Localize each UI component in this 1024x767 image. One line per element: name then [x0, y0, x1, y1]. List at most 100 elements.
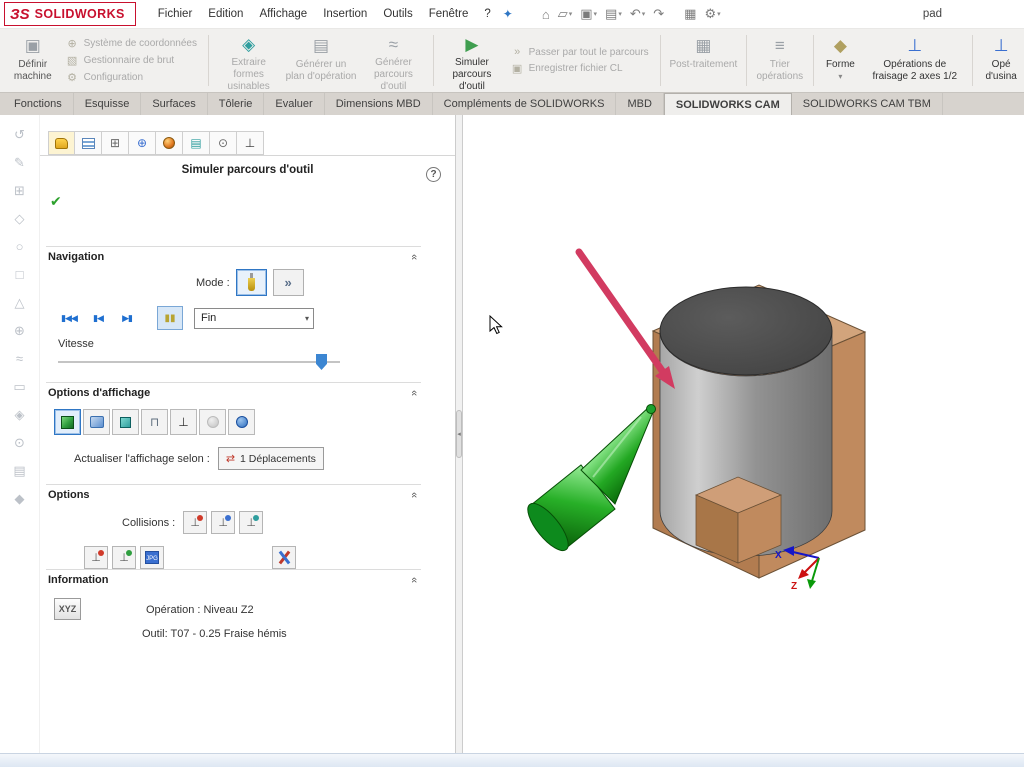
save-button[interactable]: ▣▾ [577, 4, 600, 24]
options-dropdown-icon[interactable]: ▾ [717, 10, 721, 18]
coordinate-system-button[interactable]: ⊕Système de coordonnées [66, 37, 197, 50]
cam-tools-tree-tab[interactable]: ⊞ [102, 131, 129, 155]
ok-check-button[interactable]: ✔ [50, 193, 62, 210]
tab-tolerie[interactable]: Tôlerie [208, 93, 265, 115]
xyz-coordinates-button[interactable]: XYZ [54, 598, 81, 620]
tool-mode-button[interactable] [236, 269, 267, 296]
tool-tab[interactable]: ⊥ [237, 131, 264, 155]
tab-mbd[interactable]: MBD [616, 93, 663, 115]
show-target-solid-button[interactable] [228, 409, 255, 435]
show-target-ghost-button[interactable] [199, 409, 226, 435]
sidebar-tool-icon[interactable]: ▤ [8, 463, 32, 482]
collision-holder-button[interactable]: ⊥ [211, 511, 235, 534]
stock-manager-button[interactable]: ▧Gestionnaire de brut [66, 54, 197, 67]
machining-operations-button[interactable]: ⊥ Opé d'usina [978, 31, 1024, 90]
tab-solidworks-cam[interactable]: SOLIDWORKS CAM [664, 93, 792, 115]
menu-edition[interactable]: Edition [200, 3, 251, 25]
sidebar-tool-icon[interactable]: ◇ [8, 211, 32, 230]
solidworks-logo[interactable]: ЗS SOLIDWORKS [4, 2, 136, 26]
information-header[interactable]: Information « [46, 569, 421, 588]
open-dropdown-icon[interactable]: ▾ [569, 10, 573, 18]
graphics-area[interactable]: X Z [463, 115, 1024, 753]
undo-dropdown-icon[interactable]: ▾ [642, 10, 646, 18]
redo-button[interactable]: ↷ [650, 4, 667, 24]
show-holder-button[interactable] [83, 409, 110, 435]
speed-slider-track[interactable] [58, 361, 340, 364]
sidebar-tool-icon[interactable]: ○ [8, 239, 32, 258]
help-button[interactable]: ? [426, 167, 441, 182]
tab-solidworks-cam-tbm[interactable]: SOLIDWORKS CAM TBM [792, 93, 943, 115]
collapse-chevron-icon[interactable]: « [408, 390, 420, 396]
pause-button[interactable]: ▮▮ [157, 306, 183, 330]
show-collision-marks-button[interactable]: ⊥ [84, 546, 108, 569]
show-stock-button[interactable] [112, 409, 139, 435]
home-button[interactable]: ⌂ [539, 5, 553, 24]
navigation-header[interactable]: Navigation « [46, 246, 421, 265]
step-through-toolpath-button[interactable]: »Passer par tout le parcours [511, 46, 649, 58]
menu-fichier[interactable]: Fichier [150, 3, 201, 25]
sidebar-tool-icon[interactable]: ✎ [8, 155, 32, 174]
menu-help[interactable]: ? [476, 3, 498, 25]
sidebar-tool-icon[interactable]: ⊙ [8, 435, 32, 454]
tab-dimensions-mbd[interactable]: Dimensions MBD [325, 93, 433, 115]
collision-fixture-button[interactable]: ⊥ [239, 511, 263, 534]
sidebar-tool-icon[interactable]: □ [8, 267, 32, 286]
moves-update-button[interactable]: ⇄ 1 Déplacements [218, 447, 324, 470]
show-tool-button[interactable] [54, 409, 81, 435]
turbo-mode-button[interactable]: » [273, 269, 304, 296]
undo-button[interactable]: ↶▾ [627, 4, 648, 24]
sidebar-tool-icon[interactable]: ⊕ [8, 323, 32, 342]
sidebar-tool-icon[interactable]: ▭ [8, 379, 32, 398]
collision-stop-button[interactable]: ⊥ [183, 511, 207, 534]
tab-esquisse[interactable]: Esquisse [74, 93, 142, 115]
collapse-chevron-icon[interactable]: « [408, 254, 420, 260]
tab-surfaces[interactable]: Surfaces [141, 93, 207, 115]
menu-fenetre[interactable]: Fenêtre [421, 3, 477, 25]
display-settings-button[interactable]: ▦ [681, 4, 699, 24]
speed-slider[interactable] [58, 352, 340, 372]
mill-operations-button[interactable]: ⊥ Opérations de fraisage 2 axes 1/2 [862, 31, 967, 90]
collapse-chevron-icon[interactable]: « [408, 492, 420, 498]
sort-operations-button[interactable]: ≡ Trier opérations [752, 31, 808, 90]
define-machine-button[interactable]: ▣ Définir machine [6, 31, 60, 90]
menu-insertion[interactable]: Insertion [315, 3, 375, 25]
feature-dropdown-icon[interactable]: ▾ [838, 72, 842, 82]
configuration-button[interactable]: ⚙Configuration [66, 71, 197, 84]
show-gouge-marks-button[interactable]: ⊥ [112, 546, 136, 569]
print-button[interactable]: ▤▾ [602, 4, 625, 24]
display-options-header[interactable]: Options d'affichage « [46, 382, 421, 401]
sidebar-tool-icon[interactable]: △ [8, 295, 32, 314]
cutting-tool[interactable] [521, 405, 655, 557]
tab-fonctions[interactable]: Fonctions [3, 93, 74, 115]
splitter-grip[interactable]: ◂ [456, 410, 462, 458]
simulate-toolpath-button[interactable]: ▶ Simuler parcours d'outil [439, 31, 504, 90]
cam-operation-tree-tab[interactable] [75, 131, 102, 155]
sidebar-tool-icon[interactable]: ◈ [8, 407, 32, 426]
post-process-button[interactable]: ▦ Post-traitement [666, 31, 741, 90]
generate-operation-plan-button[interactable]: ▤ Générer un plan d'opération [283, 31, 358, 90]
options-button[interactable]: ⚙▾ [701, 4, 723, 24]
show-fixture-button[interactable]: ⊓ [141, 409, 168, 435]
save-cl-file-button[interactable]: ▣Enregistrer fichier CL [511, 62, 649, 75]
step-back-button[interactable]: ▮◀ [85, 306, 111, 330]
pin-menu-icon[interactable]: ✦ [499, 7, 521, 21]
save-dropdown-icon[interactable]: ▾ [594, 10, 598, 18]
tab-evaluer[interactable]: Evaluer [264, 93, 324, 115]
generate-toolpath-button[interactable]: ≈ Générer parcours d'outil [359, 31, 428, 90]
feature-button[interactable]: ◆ Forme ▾ [819, 31, 863, 90]
simulation-settings-button[interactable] [272, 546, 296, 569]
save-image-button[interactable]: JPG [140, 546, 164, 569]
panel-splitter[interactable]: ◂ [455, 115, 463, 753]
print-dropdown-icon[interactable]: ▾ [618, 10, 622, 18]
sidebar-tool-icon[interactable]: ◆ [8, 491, 32, 510]
extract-machinable-features-button[interactable]: ◈ Extraire formes usinables [214, 31, 283, 90]
sidebar-tool-icon[interactable]: ≈ [8, 351, 32, 370]
show-tool-shank-button[interactable]: ⊥ [170, 409, 197, 435]
options-header[interactable]: Options « [46, 484, 421, 503]
history-tab[interactable]: ⊙ [210, 131, 237, 155]
sidebar-tool-icon[interactable]: ↺ [8, 127, 32, 146]
tab-complements[interactable]: Compléments de SOLIDWORKS [433, 93, 617, 115]
menu-affichage[interactable]: Affichage [251, 3, 315, 25]
collapse-chevron-icon[interactable]: « [408, 577, 420, 583]
document-tab[interactable]: ▤ [183, 131, 210, 155]
